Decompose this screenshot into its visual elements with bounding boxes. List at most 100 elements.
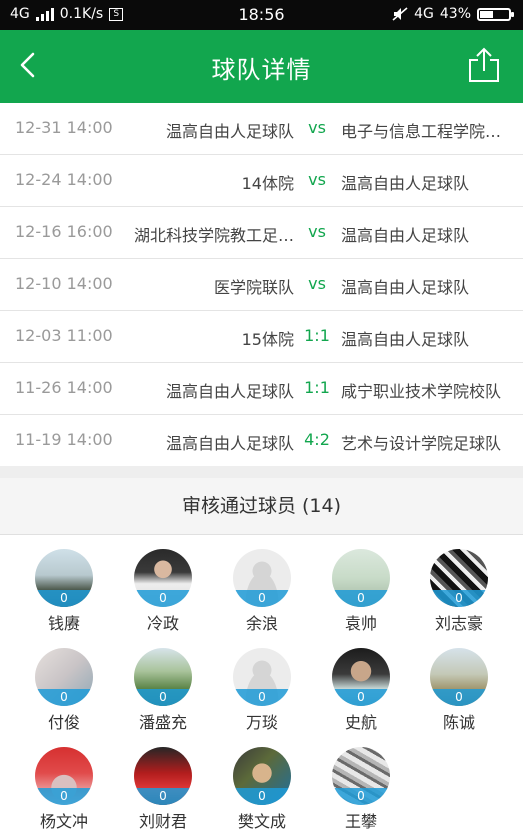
match-date: 12-03 11:00 <box>15 326 113 345</box>
player-item[interactable]: 0 潘盛充 <box>123 648 203 733</box>
player-item[interactable]: 0 袁帅 <box>321 549 401 634</box>
match-date: 12-10 14:00 <box>15 274 113 293</box>
player-count-badge: 0 <box>134 590 192 607</box>
battery-icon <box>477 7 514 21</box>
status-bar: 4G 0.1K/s S 18:56 4G 43% <box>0 0 523 30</box>
match-row[interactable]: 12-31 14:00 温高自由人足球队 vs 电子与信息工程学院… <box>0 103 523 155</box>
status-right: 4G 43% <box>392 6 514 22</box>
home-team: 温高自由人足球队 <box>165 122 294 141</box>
player-name: 陈诚 <box>442 713 475 732</box>
avatar: 0 <box>430 648 488 706</box>
player-name: 余浪 <box>245 614 278 633</box>
battery-percent: 43% <box>439 6 471 22</box>
player-count-badge: 0 <box>332 689 390 706</box>
player-item[interactable]: 0 陈诚 <box>419 648 499 733</box>
match-date: 11-26 14:00 <box>15 378 113 397</box>
network-type-right: 4G <box>414 6 434 22</box>
avatar: 0 <box>35 747 93 805</box>
player-count-badge: 0 <box>35 590 93 607</box>
away-team: 温高自由人足球队 <box>341 226 470 245</box>
avatar: 0 <box>332 648 390 706</box>
home-team: 14体院 <box>241 174 294 193</box>
app-header: 球队详情 <box>0 30 523 103</box>
match-score: 4:2 <box>304 430 330 449</box>
player-name: 樊文成 <box>237 812 286 831</box>
avatar: 0 <box>134 549 192 607</box>
player-name: 冷政 <box>146 614 179 633</box>
player-item[interactable]: 0 杨文冲 <box>24 747 104 832</box>
avatar: 0 <box>233 747 291 805</box>
player-item[interactable]: 0 刘志豪 <box>419 549 499 634</box>
player-name: 潘盛充 <box>138 713 187 732</box>
match-row[interactable]: 12-10 14:00 医学院联队 vs 温高自由人足球队 <box>0 259 523 311</box>
home-team: 温高自由人足球队 <box>165 434 294 453</box>
match-score: 1:1 <box>304 378 330 397</box>
player-item[interactable]: 0 冷政 <box>123 549 203 634</box>
away-team: 咸宁职业技术学院校队 <box>341 382 502 401</box>
match-score: vs <box>308 170 326 189</box>
player-count-badge: 0 <box>430 689 488 706</box>
player-name: 刘志豪 <box>434 614 483 633</box>
section-divider <box>0 466 523 478</box>
away-team: 艺术与设计学院足球队 <box>341 434 502 453</box>
player-name: 袁帅 <box>344 614 377 633</box>
avatar: 0 <box>233 648 291 706</box>
match-row[interactable]: 11-19 14:00 温高自由人足球队 4:2 艺术与设计学院足球队 <box>0 415 523 467</box>
away-team: 电子与信息工程学院… <box>341 122 502 141</box>
home-team: 15体院 <box>241 330 294 349</box>
match-score: vs <box>308 222 326 241</box>
player-item[interactable]: 0 刘财君 <box>123 747 203 832</box>
home-team: 医学院联队 <box>213 278 294 297</box>
avatar: 0 <box>332 747 390 805</box>
avatar: 0 <box>35 549 93 607</box>
player-name: 万琰 <box>245 713 278 732</box>
player-item[interactable]: 0 余浪 <box>222 549 302 634</box>
player-count-badge: 0 <box>35 788 93 805</box>
away-team: 温高自由人足球队 <box>341 330 470 349</box>
match-row[interactable]: 12-16 16:00 湖北科技学院教工足… vs 温高自由人足球队 <box>0 207 523 259</box>
player-item[interactable]: 0 付俊 <box>24 648 104 733</box>
avatar: 0 <box>35 648 93 706</box>
player-count-badge: 0 <box>134 689 192 706</box>
match-score: vs <box>308 118 326 137</box>
avatar: 0 <box>134 747 192 805</box>
mute-icon <box>392 7 408 21</box>
home-team: 温高自由人足球队 <box>165 382 294 401</box>
match-list: 12-31 14:00 温高自由人足球队 vs 电子与信息工程学院… 12-24… <box>0 103 523 467</box>
avatar: 0 <box>332 549 390 607</box>
match-row[interactable]: 11-26 14:00 温高自由人足球队 1:1 咸宁职业技术学院校队 <box>0 363 523 415</box>
player-item[interactable]: 0 樊文成 <box>222 747 302 832</box>
player-item[interactable]: 0 钱赓 <box>24 549 104 634</box>
player-grid: 0 钱赓 0 冷政 0 余浪 0 袁帅 0 刘志豪 0 付俊 0 潘盛充 0 万… <box>0 535 523 833</box>
player-name: 杨文冲 <box>39 812 88 831</box>
player-count-badge: 0 <box>233 590 291 607</box>
avatar: 0 <box>430 549 488 607</box>
page-title: 球队详情 <box>211 56 312 84</box>
player-count-badge: 0 <box>134 788 192 805</box>
player-item[interactable]: 0 史航 <box>321 648 401 733</box>
avatar: 0 <box>233 549 291 607</box>
match-row[interactable]: 12-03 11:00 15体院 1:1 温高自由人足球队 <box>0 311 523 363</box>
match-score: 1:1 <box>304 326 330 345</box>
match-date: 12-31 14:00 <box>15 118 113 137</box>
player-name: 付俊 <box>47 713 80 732</box>
avatar: 0 <box>134 648 192 706</box>
home-team: 湖北科技学院教工足… <box>133 226 294 245</box>
player-count-badge: 0 <box>332 788 390 805</box>
match-score: vs <box>308 274 326 293</box>
player-count-badge: 0 <box>233 788 291 805</box>
player-name: 王攀 <box>344 812 377 831</box>
match-date: 12-24 14:00 <box>15 170 113 189</box>
player-name: 钱赓 <box>47 614 80 633</box>
share-icon[interactable] <box>467 46 501 84</box>
players-section-title: 审核通过球员 (14) <box>0 478 523 535</box>
player-count-badge: 0 <box>332 590 390 607</box>
match-date: 12-16 16:00 <box>15 222 113 241</box>
player-item[interactable]: 0 王攀 <box>321 747 401 832</box>
match-date: 11-19 14:00 <box>15 430 113 449</box>
player-count-badge: 0 <box>233 689 291 706</box>
away-team: 温高自由人足球队 <box>341 278 470 297</box>
match-row[interactable]: 12-24 14:00 14体院 vs 温高自由人足球队 <box>0 155 523 207</box>
player-item[interactable]: 0 万琰 <box>222 648 302 733</box>
player-count-badge: 0 <box>35 689 93 706</box>
